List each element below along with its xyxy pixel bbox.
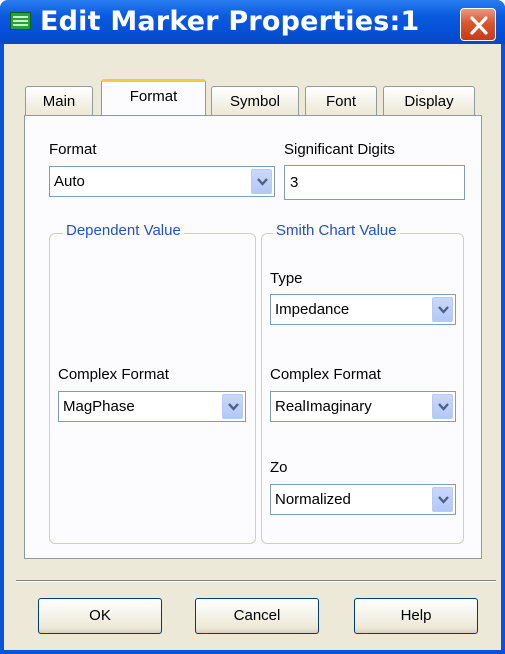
zo-label: Zo <box>270 459 288 476</box>
dependent-complex-format-label: Complex Format <box>58 366 169 383</box>
dependent-complex-format-select[interactable]: MagPhase <box>58 391 246 422</box>
tab-format[interactable]: Format <box>101 79 206 115</box>
significant-digits-label: Significant Digits <box>284 141 395 158</box>
type-select[interactable]: Impedance <box>270 294 456 325</box>
dependent-complex-format-dropdown-button[interactable] <box>222 394 243 419</box>
chevron-down-icon <box>257 178 268 186</box>
smith-complex-format-value: RealImaginary <box>275 398 372 415</box>
chevron-down-icon <box>438 403 449 411</box>
tab-font[interactable]: Font <box>305 86 377 117</box>
type-dropdown-button[interactable] <box>432 297 453 322</box>
chevron-down-icon <box>438 306 449 314</box>
window-title: Edit Marker Properties:1 <box>40 6 420 37</box>
format-select[interactable]: Auto <box>49 166 275 197</box>
dependent-value-group-label: Dependent Value <box>63 222 184 239</box>
dependent-value-group <box>49 233 256 544</box>
format-label: Format <box>49 141 97 158</box>
format-selected-value: Auto <box>54 173 85 190</box>
zo-dropdown-button[interactable] <box>432 487 453 512</box>
zo-selected-value: Normalized <box>275 491 351 508</box>
ok-button[interactable]: OK <box>38 598 162 634</box>
button-separator <box>16 580 496 582</box>
tab-main[interactable]: Main <box>25 86 93 117</box>
type-selected-value: Impedance <box>275 301 350 318</box>
smith-complex-format-dropdown-button[interactable] <box>432 394 453 419</box>
format-tab-panel: Format Auto Significant Digits 3 Depende… <box>24 115 482 559</box>
smith-complex-format-select[interactable]: RealImaginary <box>270 391 456 422</box>
smith-complex-format-label: Complex Format <box>270 366 381 383</box>
close-button[interactable] <box>460 8 496 41</box>
tab-symbol[interactable]: Symbol <box>211 86 299 117</box>
app-icon <box>10 12 31 30</box>
close-icon <box>470 16 488 35</box>
help-button[interactable]: Help <box>354 598 478 634</box>
dependent-complex-format-value: MagPhase <box>63 398 135 415</box>
tab-display[interactable]: Display <box>383 86 475 117</box>
format-dropdown-button[interactable] <box>251 169 272 194</box>
significant-digits-value: 3 <box>290 174 299 191</box>
cancel-button[interactable]: Cancel <box>195 598 319 634</box>
zo-select[interactable]: Normalized <box>270 484 456 515</box>
title-bar[interactable]: Edit Marker Properties:1 <box>0 0 505 44</box>
smith-chart-value-group-label: Smith Chart Value <box>273 222 400 239</box>
significant-digits-input[interactable]: 3 <box>284 165 465 200</box>
chevron-down-icon <box>228 403 239 411</box>
chevron-down-icon <box>438 496 449 504</box>
dialog-window: Edit Marker Properties:1 Main Format Sym… <box>0 0 505 654</box>
type-label: Type <box>270 270 303 287</box>
